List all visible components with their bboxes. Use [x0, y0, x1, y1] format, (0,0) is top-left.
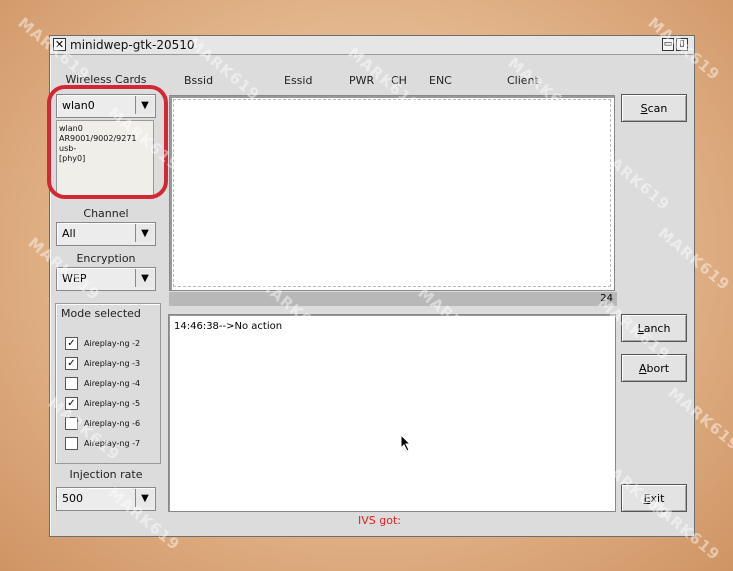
scan-button[interactable]: Scan — [621, 94, 687, 122]
mode-label: Aireplay-ng -6 — [84, 419, 141, 428]
injection-rate-label: Injection rate — [69, 468, 143, 481]
encryption-value: WEP — [62, 272, 87, 285]
mode-checkbox-row[interactable]: ✓ Aireplay-ng -5 — [65, 397, 140, 410]
window-title: minidwep-gtk-20510 — [70, 38, 195, 52]
channel-value: All — [62, 227, 76, 240]
maximize-icon[interactable]: ▯ — [676, 38, 688, 51]
mode-label: Aireplay-ng -4 — [84, 379, 141, 388]
exit-button[interactable]: Exit — [621, 484, 687, 512]
encryption-label: Encryption — [76, 252, 136, 265]
exit-label: xit — [650, 491, 665, 505]
mode-checkbox-row[interactable]: ✓ Aireplay-ng -2 — [65, 337, 140, 350]
mode-checkbox-row[interactable]: Aireplay-ng -4 — [65, 377, 140, 390]
checkbox[interactable] — [65, 377, 78, 390]
exit-mnemonic: E — [643, 491, 651, 505]
scan-mnemonic: S — [640, 101, 648, 115]
checkbox[interactable] — [65, 417, 78, 430]
channel-label: Channel — [83, 207, 129, 220]
mode-label: Aireplay-ng -7 — [84, 439, 141, 448]
mode-panel: Mode selected ✓ Aireplay-ng -2 ✓ Airepla… — [55, 303, 161, 464]
abort-label: bort — [646, 361, 670, 375]
column-header-ch: CH — [391, 74, 407, 87]
mode-label: Aireplay-ng -2 — [84, 339, 141, 348]
status-count: 24 — [600, 293, 613, 304]
checkbox[interactable]: ✓ — [65, 337, 78, 350]
checkbox[interactable] — [65, 437, 78, 450]
ivs-got-label: IVS got: — [358, 514, 401, 527]
log-output[interactable]: 14:46:38-->No action — [168, 314, 616, 512]
checkbox[interactable]: ✓ — [65, 357, 78, 370]
mode-checkbox-row[interactable]: Aireplay-ng -6 — [65, 417, 140, 430]
chevron-down-icon[interactable]: ▼ — [135, 269, 154, 287]
checkbox[interactable]: ✓ — [65, 397, 78, 410]
mode-label: Aireplay-ng -5 — [84, 399, 141, 408]
injection-rate-value: 500 — [62, 492, 83, 505]
channel-select[interactable]: All ▼ — [56, 222, 156, 246]
launch-label: anch — [643, 321, 671, 335]
mouse-pointer-icon — [400, 434, 412, 452]
chevron-down-icon[interactable]: ▼ — [135, 224, 154, 242]
column-header-enc: ENC — [429, 74, 452, 87]
log-line: 14:46:38-->No action — [174, 321, 283, 332]
mode-selected-label: Mode selected — [61, 307, 141, 320]
column-header-bssid: Bssid — [184, 74, 214, 87]
status-bar: 24 — [169, 292, 617, 306]
abort-button[interactable]: Abort — [621, 354, 687, 382]
injection-rate-select[interactable]: 500 ▼ — [56, 487, 156, 511]
network-list[interactable] — [169, 95, 615, 291]
mode-checkbox-row[interactable]: ✓ Aireplay-ng -3 — [65, 357, 140, 370]
close-icon[interactable]: ✕ — [53, 38, 66, 51]
mode-checkbox-row[interactable]: Aireplay-ng -7 — [65, 437, 140, 450]
column-header-client: Client — [507, 74, 539, 87]
launch-button[interactable]: Lanch — [621, 314, 687, 342]
network-list-area — [173, 99, 611, 287]
encryption-select[interactable]: WEP ▼ — [56, 267, 156, 291]
abort-mnemonic: A — [638, 361, 647, 375]
minimize-icon[interactable]: ▭ — [662, 38, 674, 51]
chevron-down-icon[interactable]: ▼ — [135, 489, 154, 507]
mode-label: Aireplay-ng -3 — [84, 359, 141, 368]
title-bar: ✕ minidwep-gtk-20510 ▭ ▯ — [50, 36, 694, 55]
column-header-essid: Essid — [284, 74, 313, 87]
highlight-frame — [47, 85, 168, 199]
column-header-pwr: PWR — [349, 74, 375, 87]
scan-label: can — [647, 101, 668, 115]
